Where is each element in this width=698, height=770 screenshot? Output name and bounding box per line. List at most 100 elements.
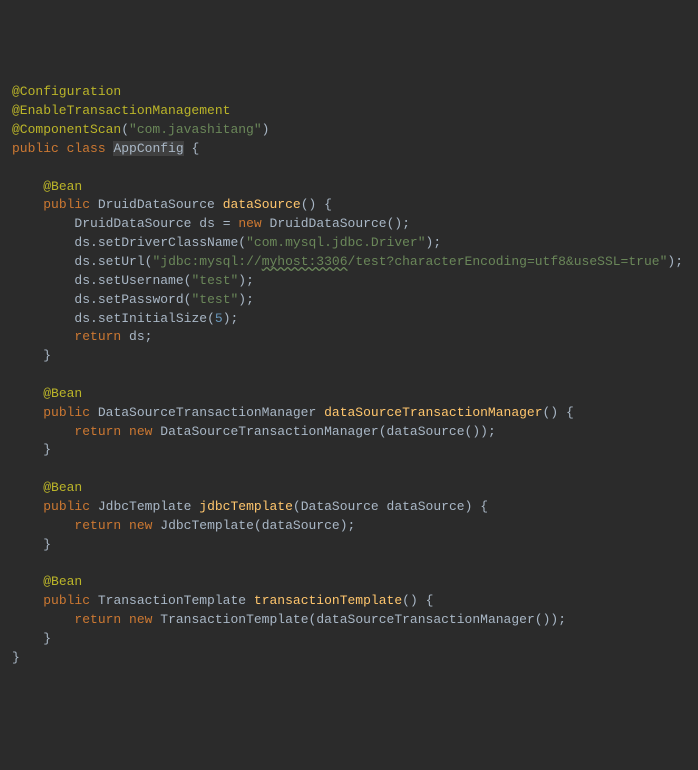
equals: = xyxy=(223,216,231,231)
method-datasource: dataSource xyxy=(223,197,301,212)
paren-close: ) xyxy=(238,273,246,288)
paren-close: ) xyxy=(472,424,480,439)
keyword-return: return xyxy=(74,612,121,627)
paren-open: ( xyxy=(379,424,387,439)
return-type: JdbcTemplate xyxy=(98,499,192,514)
keyword-return: return xyxy=(74,424,121,439)
paren-close: ) xyxy=(465,499,473,514)
semi: ; xyxy=(348,518,356,533)
local-ds: ds xyxy=(74,292,90,307)
code-block: @Configuration @EnableTransactionManagem… xyxy=(12,83,686,667)
semi: ; xyxy=(558,612,566,627)
brace-open: { xyxy=(191,141,199,156)
paren-open: ( xyxy=(121,122,129,137)
brace-open: { xyxy=(324,197,332,212)
call-txmanager: dataSourceTransactionManager xyxy=(316,612,534,627)
return-type: DruidDataSource xyxy=(98,197,215,212)
annotation-enable-tx: @EnableTransactionManagement xyxy=(12,103,230,118)
brace-close: } xyxy=(43,442,51,457)
url-suffix: /test?characterEncoding=utf8&useSSL=true… xyxy=(348,254,668,269)
paren-open: ( xyxy=(402,593,410,608)
paren-close: ) xyxy=(238,292,246,307)
keyword-return: return xyxy=(74,329,121,344)
paren-close: ) xyxy=(543,612,551,627)
local-ds: ds xyxy=(74,254,90,269)
keyword-new: new xyxy=(129,612,152,627)
paren-close: ) xyxy=(480,424,488,439)
ctor-type: TransactionTemplate xyxy=(160,612,308,627)
ctor-type: DataSourceTransactionManager xyxy=(160,424,378,439)
ctor-type: DruidDataSource xyxy=(270,216,387,231)
paren-close: ) xyxy=(262,122,270,137)
keyword-new: new xyxy=(129,424,152,439)
keyword-public: public xyxy=(12,141,59,156)
keyword-new: new xyxy=(129,518,152,533)
annotation-component-scan: @ComponentScan xyxy=(12,122,121,137)
local-ds: ds xyxy=(74,235,90,250)
driver-string: "com.mysql.jdbc.Driver" xyxy=(246,235,425,250)
method-jdbctemplate: jdbcTemplate xyxy=(199,499,293,514)
keyword-new: new xyxy=(238,216,261,231)
keyword-public: public xyxy=(43,405,90,420)
call-setdriver: setDriverClassName xyxy=(98,235,238,250)
brace-open: { xyxy=(426,593,434,608)
paren-close: ) xyxy=(550,405,558,420)
call-datasource: dataSource xyxy=(387,424,465,439)
param-datasource: dataSource xyxy=(387,499,465,514)
paren-open: ( xyxy=(309,612,317,627)
keyword-public: public xyxy=(43,197,90,212)
semi: ; xyxy=(246,292,254,307)
ctor-type: JdbcTemplate xyxy=(160,518,254,533)
keyword-public: public xyxy=(43,499,90,514)
paren-close: ) xyxy=(309,197,317,212)
paren-open: ( xyxy=(238,235,246,250)
arg-datasource: dataSource xyxy=(262,518,340,533)
url-prefix: "jdbc:mysql:// xyxy=(152,254,261,269)
brace-close: } xyxy=(43,631,51,646)
paren-open: ( xyxy=(535,612,543,627)
brace-open: { xyxy=(480,499,488,514)
semi: ; xyxy=(402,216,410,231)
param-type: DataSource xyxy=(301,499,379,514)
annotation-bean: @Bean xyxy=(43,574,82,589)
keyword-public: public xyxy=(43,593,90,608)
return-type: TransactionTemplate xyxy=(98,593,246,608)
local-ds: ds xyxy=(74,311,90,326)
scan-package-string: "com.javashitang" xyxy=(129,122,262,137)
semi: ; xyxy=(675,254,683,269)
url-host: myhost:3306 xyxy=(262,254,348,269)
password-string: "test" xyxy=(191,292,238,307)
annotation-bean: @Bean xyxy=(43,480,82,495)
paren-open: ( xyxy=(293,499,301,514)
keyword-class: class xyxy=(67,141,106,156)
annotation-configuration: @Configuration xyxy=(12,84,121,99)
return-type: DataSourceTransactionManager xyxy=(98,405,316,420)
local-ds: ds xyxy=(199,216,215,231)
call-setusername: setUsername xyxy=(98,273,184,288)
local-ds: ds xyxy=(74,273,90,288)
paren-close: ) xyxy=(340,518,348,533)
paren-close: ) xyxy=(410,593,418,608)
semi: ; xyxy=(246,273,254,288)
brace-close: } xyxy=(43,348,51,363)
paren-open: ( xyxy=(301,197,309,212)
class-name: AppConfig xyxy=(113,141,183,156)
brace-close: } xyxy=(12,650,20,665)
brace-open: { xyxy=(566,405,574,420)
username-string: "test" xyxy=(191,273,238,288)
method-txmanager: dataSourceTransactionManager xyxy=(324,405,542,420)
keyword-return: return xyxy=(74,518,121,533)
call-setpassword: setPassword xyxy=(98,292,184,307)
semi: ; xyxy=(231,311,239,326)
call-seturl: setUrl xyxy=(98,254,145,269)
annotation-bean: @Bean xyxy=(43,386,82,401)
semi: ; xyxy=(433,235,441,250)
paren-open: ( xyxy=(254,518,262,533)
annotation-bean: @Bean xyxy=(43,179,82,194)
brace-close: } xyxy=(43,537,51,552)
initial-size: 5 xyxy=(215,311,223,326)
local-ds: ds xyxy=(129,329,145,344)
semi: ; xyxy=(488,424,496,439)
paren-close: ) xyxy=(550,612,558,627)
paren-close: ) xyxy=(223,311,231,326)
